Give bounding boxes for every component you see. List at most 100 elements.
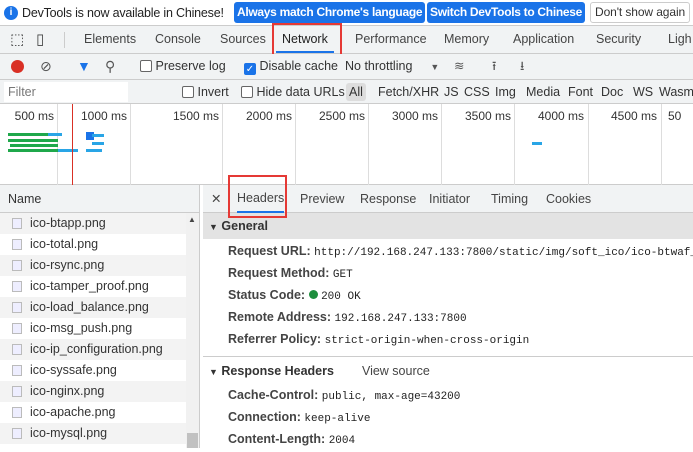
tab-response[interactable]: Response [360,185,416,213]
import-har-icon[interactable]: ⭱ [492,54,496,79]
image-file-icon [12,239,22,250]
request-name: ico-msg_push.png [30,321,133,335]
disable-cache-checkbox[interactable]: ✓ Disable cache [244,54,338,79]
network-conditions-icon[interactable]: ≋ [454,54,464,79]
request-row[interactable]: ico-apache.png [0,402,186,423]
network-toolbar: ⊘ ▼ ⚲ Preserve log ✓ Disable cache No th… [0,54,693,80]
infobar-message: DevTools is now available in Chinese! [22,6,224,20]
waterfall-bar [58,149,78,152]
export-har-icon[interactable]: ⭳ [520,54,524,79]
tab-elements[interactable]: Elements [84,26,136,53]
request-row[interactable]: ico-rsync.png [0,255,186,276]
throttling-value: No throttling [345,59,413,73]
remote-address-row: Remote Address: 192.168.247.133:7800 [203,306,693,328]
tab-memory[interactable]: Memory [444,26,489,53]
tab-sources[interactable]: Sources [220,26,266,53]
device-toolbar-icon[interactable]: ▯ [36,26,44,53]
tab-console[interactable]: Console [155,26,201,53]
image-file-icon [12,386,22,397]
view-source-link[interactable]: View source [362,364,430,378]
invert-checkbox[interactable]: Invert [182,80,229,104]
request-row[interactable]: ico-nginx.png [0,381,186,402]
tab-performance[interactable]: Performance [355,26,427,53]
waterfall-bar [48,133,62,136]
header-key: Status Code: [228,288,306,302]
filter-type-js[interactable]: JS [444,80,459,104]
throttling-select[interactable]: No throttling ▼ [345,54,439,79]
tab-application[interactable]: Application [513,26,574,53]
close-icon[interactable]: ✕ [211,185,221,213]
image-file-icon [12,260,22,271]
always-match-language-button[interactable]: Always match Chrome's language [234,2,426,23]
image-file-icon [12,281,22,292]
name-column-header[interactable]: Name [0,185,199,213]
filter-type-font[interactable]: Font [568,80,593,104]
request-method-row: Request Method: GET [203,262,693,284]
image-file-icon [12,428,22,439]
request-row[interactable]: ico-tamper_proof.png [0,276,186,297]
waterfall-bar [8,149,63,152]
request-row[interactable]: ico-ip_configuration.png [0,339,186,360]
response-headers-section-header[interactable]: ▼ Response Headers View source [203,356,693,384]
request-name: ico-apache.png [30,405,116,419]
request-row[interactable]: ico-msg_push.png [0,318,186,339]
response-headers-title: Response Headers [221,364,334,378]
request-row[interactable]: ico-mysql.png [0,423,186,444]
tab-preview[interactable]: Preview [300,185,344,213]
header-value: 200 OK [321,291,361,303]
image-file-icon [12,407,22,418]
waterfall-bar [92,142,104,145]
hide-data-urls-checkbox[interactable]: Hide data URLs [241,80,345,104]
network-overview-timeline[interactable]: 500 ms 1000 ms 1500 ms 2000 ms 2500 ms 3… [0,104,693,185]
preserve-log-label: Preserve log [155,59,226,73]
timeline-label: 4500 ms [610,109,657,123]
filter-type-fetch-xhr[interactable]: Fetch/XHR [378,80,439,104]
info-icon: i [4,6,18,20]
tab-cookies[interactable]: Cookies [546,185,591,213]
timeline-label: 500 ms [14,109,54,123]
timeline-label: 2500 ms [318,109,365,123]
tab-initiator[interactable]: Initiator [429,185,470,213]
tab-lighthouse[interactable]: Ligh [668,26,692,53]
filter-input[interactable]: Filter [4,82,128,102]
filter-type-media[interactable]: Media [526,80,560,104]
content-length-row: Content-Length: 2004 [203,428,693,450]
request-row[interactable]: ico-total.png [0,234,186,255]
timeline-label: 1500 ms [172,109,219,123]
scrollbar-thumb[interactable] [187,433,198,448]
header-key: Remote Address: [228,310,332,324]
filter-type-wasm[interactable]: Wasm [659,80,693,104]
load-event-marker [72,104,73,185]
request-name: ico-rsync.png [30,258,105,272]
dont-show-again-button[interactable]: Don't show again [590,2,691,23]
filter-type-css[interactable]: CSS [464,80,490,104]
filter-icon[interactable]: ▼ [77,54,91,79]
inspect-element-icon[interactable]: ⬚ [10,26,24,53]
scroll-up-icon[interactable]: ▲ [188,215,196,224]
tab-security[interactable]: Security [596,26,641,53]
header-key: Request Method: [228,266,330,280]
general-title: General [221,219,268,233]
timeline-label: 3000 ms [391,109,438,123]
header-key: Request URL: [228,244,311,258]
clear-icon[interactable]: ⊘ [40,54,52,79]
request-name: ico-mysql.png [30,426,108,440]
request-name: ico-total.png [30,237,99,251]
filter-type-all[interactable]: All [346,83,366,101]
filter-type-ws[interactable]: WS [633,80,653,104]
switch-to-chinese-button[interactable]: Switch DevTools to Chinese [427,2,586,23]
request-details-panel: ✕ Headers Preview Response Initiator Tim… [203,185,693,448]
tab-timing[interactable]: Timing [491,185,528,213]
request-name: ico-btapp.png [30,216,106,230]
request-list-scrollbar[interactable]: ▲ [186,213,199,448]
image-file-icon [12,218,22,229]
filter-type-doc[interactable]: Doc [601,80,623,104]
request-row[interactable]: ico-load_balance.png [0,297,186,318]
filter-type-img[interactable]: Img [495,80,516,104]
header-value: http://192.168.247.133:7800/static/img/s… [314,247,693,259]
record-icon[interactable] [11,60,24,73]
preserve-log-checkbox[interactable]: Preserve log [140,54,226,79]
request-row[interactable]: ico-syssafe.png [0,360,186,381]
search-icon[interactable]: ⚲ [105,54,115,79]
request-row[interactable]: ico-btapp.png [0,213,186,234]
